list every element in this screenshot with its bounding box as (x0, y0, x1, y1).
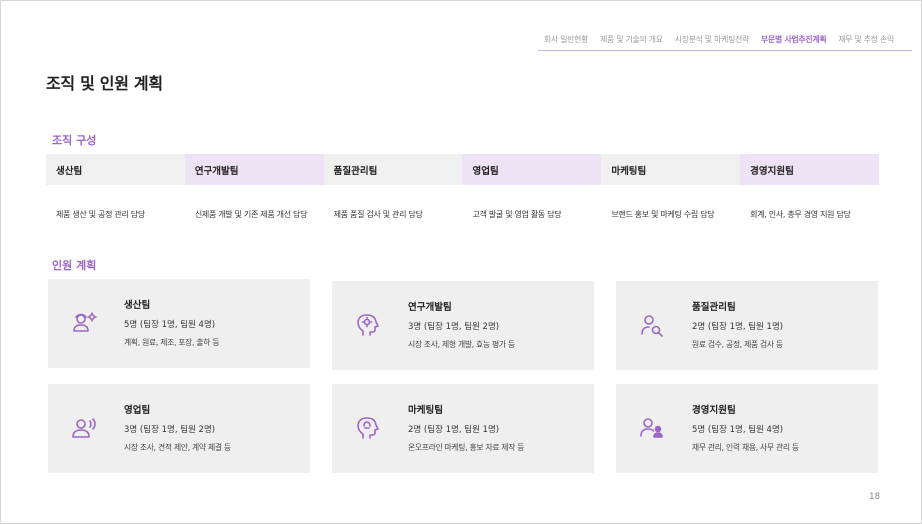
org-head-production: 생산팀 (46, 154, 185, 185)
staff-card-name: 마케팅팀 (408, 405, 443, 416)
staff-card-name: 생산팀 (124, 300, 151, 311)
head-gear-icon (354, 311, 382, 339)
person-speaking-icon (70, 414, 98, 442)
staff-card-count: 2명 (팀장 1명, 팀원 1명) (692, 322, 784, 332)
staff-card-count: 3명 (팀장 1명, 팀원 2명) (408, 322, 500, 332)
nav-item-market[interactable]: 시장분석 및 마케팅전략 (669, 34, 755, 50)
staff-card-sales: 영업팀 3명 (팀장 1명, 팀원 2명) 시장 조사, 견적 제안, 계약 체… (48, 384, 310, 473)
staff-card-count: 5명 (팀장 1명, 팀원 4명) (692, 425, 784, 435)
nav-item-company[interactable]: 회사 일반현황 (538, 34, 594, 50)
people-support-icon (638, 414, 666, 442)
page-number: 18 (869, 492, 880, 502)
staff-card-name: 경영지원팀 (692, 405, 736, 416)
org-desc-rnd: 신제품 개발 및 기존 제품 개선 담당 (194, 209, 308, 219)
org-table: 생산팀 연구개발팀 품질관리팀 영업팀 마케팅팀 경영지원팀 제품 생산 및 공… (46, 154, 879, 243)
staff-card-production: 생산팀 5명 (팀장 1명, 팀원 4명) 계획, 원료, 제조, 포장, 출하… (48, 279, 310, 368)
staff-card-duty: 재무 관리, 인력 채용, 사무 관리 등 (692, 443, 799, 452)
org-head-quality: 품질관리팀 (323, 154, 463, 185)
org-desc-management: 회계, 인사, 총무 경영 지원 담당 (750, 209, 851, 219)
head-idea-icon (354, 414, 382, 442)
org-head-management: 경영지원팀 (740, 154, 879, 185)
staff-card-name: 연구개발팀 (408, 302, 452, 313)
staff-card-duty: 원료 검수, 공정, 제품 검사 등 (692, 340, 783, 349)
org-desc-quality: 제품 품질 검사 및 관리 담당 (333, 209, 423, 219)
staff-card-duty: 계획, 원료, 제조, 포장, 출하 등 (124, 338, 220, 347)
org-desc-sales: 고객 발굴 및 영업 활동 담당 (472, 209, 562, 219)
org-desc-production: 제품 생산 및 공정 관리 담당 (56, 209, 145, 219)
staff-card-name: 영업팀 (124, 405, 151, 416)
org-head-sales: 영업팀 (462, 154, 602, 185)
top-navigation: 회사 일반현황 제품 및 기술의 개요 시장분석 및 마케팅전략 부문별 사업추… (538, 33, 912, 51)
worker-gear-icon (70, 309, 98, 337)
section-title-org: 조직 구성 (52, 134, 97, 147)
org-head-rnd: 연구개발팀 (184, 154, 324, 185)
org-desc-marketing: 브랜드 홍보 및 마케팅 수립 담당 (611, 209, 715, 219)
page-title: 조직 및 인원 계획 (46, 74, 163, 93)
nav-item-business-plan[interactable]: 부문별 사업추진계획 (755, 34, 832, 50)
staff-card-rnd: 연구개발팀 3명 (팀장 1명, 팀원 2명) 시장 조사, 제형 개발, 효능… (332, 281, 594, 370)
staff-card-marketing: 마케팅팀 2명 (팀장 1명, 팀원 1명) 온오프라인 마케팅, 홍보 자료 … (332, 384, 594, 473)
section-title-staff: 인원 계획 (52, 259, 97, 272)
staff-card-count: 3명 (팀장 1명, 팀원 2명) (124, 425, 216, 435)
staff-card-duty: 시장 조사, 제형 개발, 효능 평가 등 (408, 340, 515, 349)
staff-card-management: 경영지원팀 5명 (팀장 1명, 팀원 4명) 재무 관리, 인력 채용, 사무… (616, 384, 878, 473)
staff-card-quality: 품질관리팀 2명 (팀장 1명, 팀원 1명) 원료 검수, 공정, 제품 검사… (616, 281, 878, 370)
nav-item-finance[interactable]: 재무 및 추정 손익 (832, 34, 900, 50)
staff-card-count: 2명 (팀장 1명, 팀원 1명) (408, 425, 500, 435)
staff-card-count: 5명 (팀장 1명, 팀원 4명) (124, 320, 216, 330)
org-head-marketing: 마케팅팀 (601, 154, 741, 185)
staff-card-name: 품질관리팀 (692, 302, 736, 313)
person-search-icon (638, 311, 666, 339)
staff-card-duty: 온오프라인 마케팅, 홍보 자료 제작 등 (408, 443, 525, 452)
nav-item-product[interactable]: 제품 및 기술의 개요 (594, 34, 669, 50)
staff-card-duty: 시장 조사, 견적 제안, 계약 체결 등 (124, 443, 231, 452)
